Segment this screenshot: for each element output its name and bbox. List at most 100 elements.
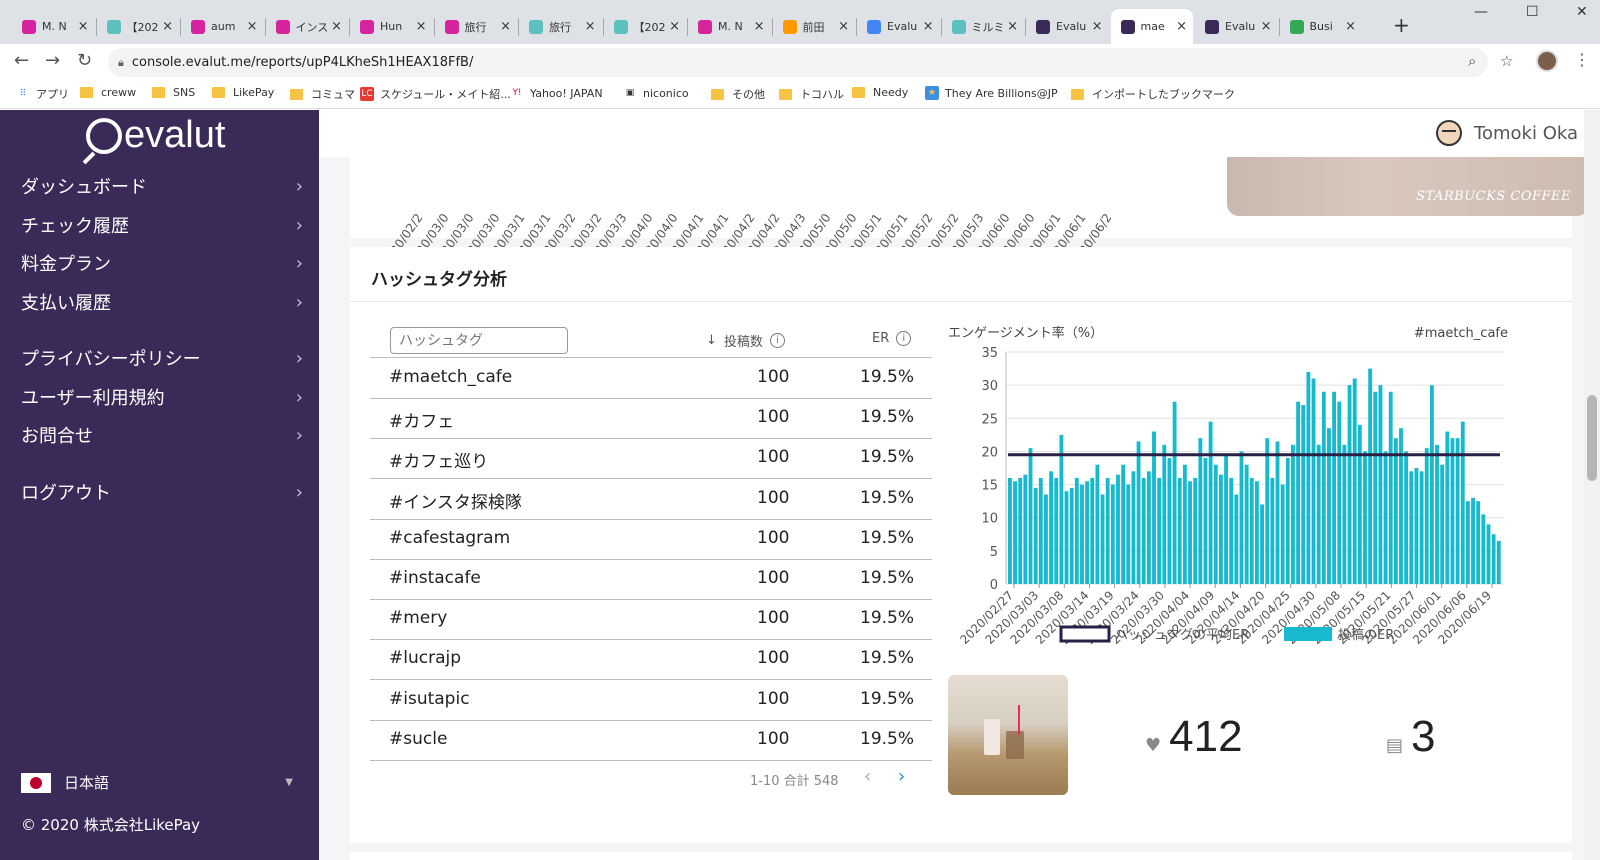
table-row[interactable]: #sucle 100 19.5% xyxy=(370,720,932,761)
browser-tab[interactable]: インス × xyxy=(266,9,349,44)
er-bar[interactable] xyxy=(1208,421,1213,584)
close-tab-icon[interactable]: × xyxy=(162,19,173,34)
table-row[interactable]: #インスタ探検隊 100 19.5% xyxy=(370,479,932,520)
er-bar[interactable] xyxy=(1368,368,1373,584)
er-bar[interactable] xyxy=(1013,481,1017,584)
table-row[interactable]: #cafestagram 100 19.5% xyxy=(370,519,932,560)
er-bar[interactable] xyxy=(1342,444,1347,584)
browser-menu-icon[interactable]: ⋮ xyxy=(1574,50,1590,69)
close-tab-icon[interactable]: × xyxy=(416,19,427,34)
browser-tab[interactable]: Evalu × xyxy=(1195,9,1278,44)
nav-dashboard[interactable]: ダッシュボード › xyxy=(21,173,303,199)
er-bar[interactable] xyxy=(1311,378,1316,584)
er-bar[interactable] xyxy=(1265,438,1270,584)
nav-check-history[interactable]: チェック履歴 › xyxy=(21,212,303,238)
close-tab-icon[interactable]: × xyxy=(1261,19,1272,34)
close-tab-icon[interactable]: × xyxy=(585,19,596,34)
table-row[interactable]: #maetch_cafe 100 19.5% xyxy=(370,358,932,399)
minimize-icon[interactable]: — xyxy=(1474,4,1488,20)
er-bar[interactable] xyxy=(1100,494,1105,584)
er-bar[interactable] xyxy=(1327,428,1331,584)
info-icon[interactable]: i xyxy=(896,331,912,346)
scrollbar-thumb[interactable] xyxy=(1587,395,1597,481)
er-bar[interactable] xyxy=(1229,477,1234,584)
er-bar[interactable] xyxy=(1280,484,1285,584)
prev-page-icon[interactable]: ‹ xyxy=(864,766,871,787)
er-bar[interactable] xyxy=(1090,477,1095,584)
er-bar[interactable] xyxy=(1363,451,1367,584)
table-row[interactable]: #lucrajp 100 19.5% xyxy=(370,639,932,681)
nav-logout[interactable]: ログアウト › xyxy=(21,479,303,505)
er-bar[interactable] xyxy=(1404,451,1409,584)
post-image[interactable]: STARBUCKS COFFEE xyxy=(1227,157,1584,216)
browser-tab[interactable]: ミルミ × xyxy=(942,9,1025,44)
er-bar[interactable] xyxy=(1105,477,1110,584)
bookmark-item[interactable]: Needy xyxy=(852,86,908,99)
er-bar[interactable] xyxy=(1116,474,1120,584)
er-bar[interactable] xyxy=(1378,385,1383,584)
next-page-icon[interactable]: › xyxy=(898,766,905,787)
er-bar[interactable] xyxy=(1321,391,1326,584)
er-bar[interactable] xyxy=(1213,464,1218,584)
er-bar[interactable] xyxy=(1275,441,1280,584)
er-bar[interactable] xyxy=(1018,477,1023,584)
browser-tab[interactable]: 旅行 × xyxy=(519,9,602,44)
table-row[interactable]: #カフェ巡り 100 19.5% xyxy=(370,438,932,480)
close-tab-icon[interactable]: × xyxy=(78,19,89,34)
er-bar[interactable] xyxy=(1383,451,1388,584)
close-tab-icon[interactable]: × xyxy=(1092,19,1103,34)
er-bar[interactable] xyxy=(1069,487,1074,584)
browser-tab[interactable]: Hun × xyxy=(350,9,433,44)
er-bar[interactable] xyxy=(1224,454,1228,584)
user-menu[interactable]: Tomoki Oka xyxy=(1436,120,1578,146)
browser-tab[interactable]: Evalu × xyxy=(1026,9,1109,44)
er-bar[interactable] xyxy=(1450,438,1455,584)
maximize-icon[interactable]: ☐ xyxy=(1526,4,1539,20)
profile-avatar[interactable] xyxy=(1536,50,1558,72)
close-tab-icon[interactable]: × xyxy=(838,19,849,34)
er-bar[interactable] xyxy=(1465,501,1470,584)
er-bar[interactable] xyxy=(1177,477,1182,584)
bookmark-item[interactable]: ★ They Are Billions@JP xyxy=(925,86,1058,100)
browser-tab[interactable]: M. N × xyxy=(12,9,95,44)
er-bar[interactable] xyxy=(1203,458,1208,584)
close-tab-icon[interactable]: × xyxy=(669,19,680,34)
er-bar[interactable] xyxy=(1095,464,1100,584)
close-window-icon[interactable]: ✕ xyxy=(1576,4,1588,20)
table-row[interactable]: #isutapic 100 19.5% xyxy=(370,680,932,721)
er-bar[interactable] xyxy=(1255,481,1259,584)
er-bar[interactable] xyxy=(1033,487,1038,584)
er-bar[interactable] xyxy=(1141,477,1146,584)
browser-tab[interactable]: mae × xyxy=(1110,9,1193,44)
browser-tab[interactable]: Busi × xyxy=(1280,9,1363,44)
er-bar[interactable] xyxy=(1049,471,1054,584)
er-bar[interactable] xyxy=(1471,497,1475,584)
er-bar[interactable] xyxy=(1435,444,1439,584)
nav-privacy-policy[interactable]: プライバシーポリシー › xyxy=(21,345,303,371)
er-bar[interactable] xyxy=(1157,477,1162,584)
er-bar[interactable] xyxy=(1110,484,1115,584)
er-bar[interactable] xyxy=(1373,391,1378,584)
er-bar[interactable] xyxy=(1136,441,1141,584)
browser-tab[interactable]: M. N × xyxy=(688,9,771,44)
bookmark-item[interactable]: LikePay xyxy=(212,86,274,99)
er-bar[interactable] xyxy=(1296,401,1301,584)
reload-icon[interactable]: ↻ xyxy=(77,50,92,71)
er-bar[interactable] xyxy=(1301,405,1306,584)
er-bar[interactable] xyxy=(1481,514,1486,584)
new-tab-icon[interactable]: + xyxy=(1393,13,1410,37)
info-icon[interactable]: i xyxy=(769,333,785,348)
er-bar[interactable] xyxy=(1419,471,1424,584)
er-bar[interactable] xyxy=(1486,524,1491,584)
er-bar[interactable] xyxy=(1028,448,1033,584)
close-tab-icon[interactable]: × xyxy=(331,19,342,34)
er-bar[interactable] xyxy=(1399,428,1403,584)
er-bar[interactable] xyxy=(1172,401,1177,584)
er-bar[interactable] xyxy=(1188,481,1192,584)
er-bar[interactable] xyxy=(1316,444,1321,584)
bookmark-item[interactable]: Y! Yahoo! JAPAN xyxy=(510,86,602,100)
er-bar[interactable] xyxy=(1476,501,1481,584)
er-bar[interactable] xyxy=(1414,468,1419,584)
er-bar[interactable] xyxy=(1393,438,1398,584)
browser-tab[interactable]: 旅行 × xyxy=(435,9,518,44)
